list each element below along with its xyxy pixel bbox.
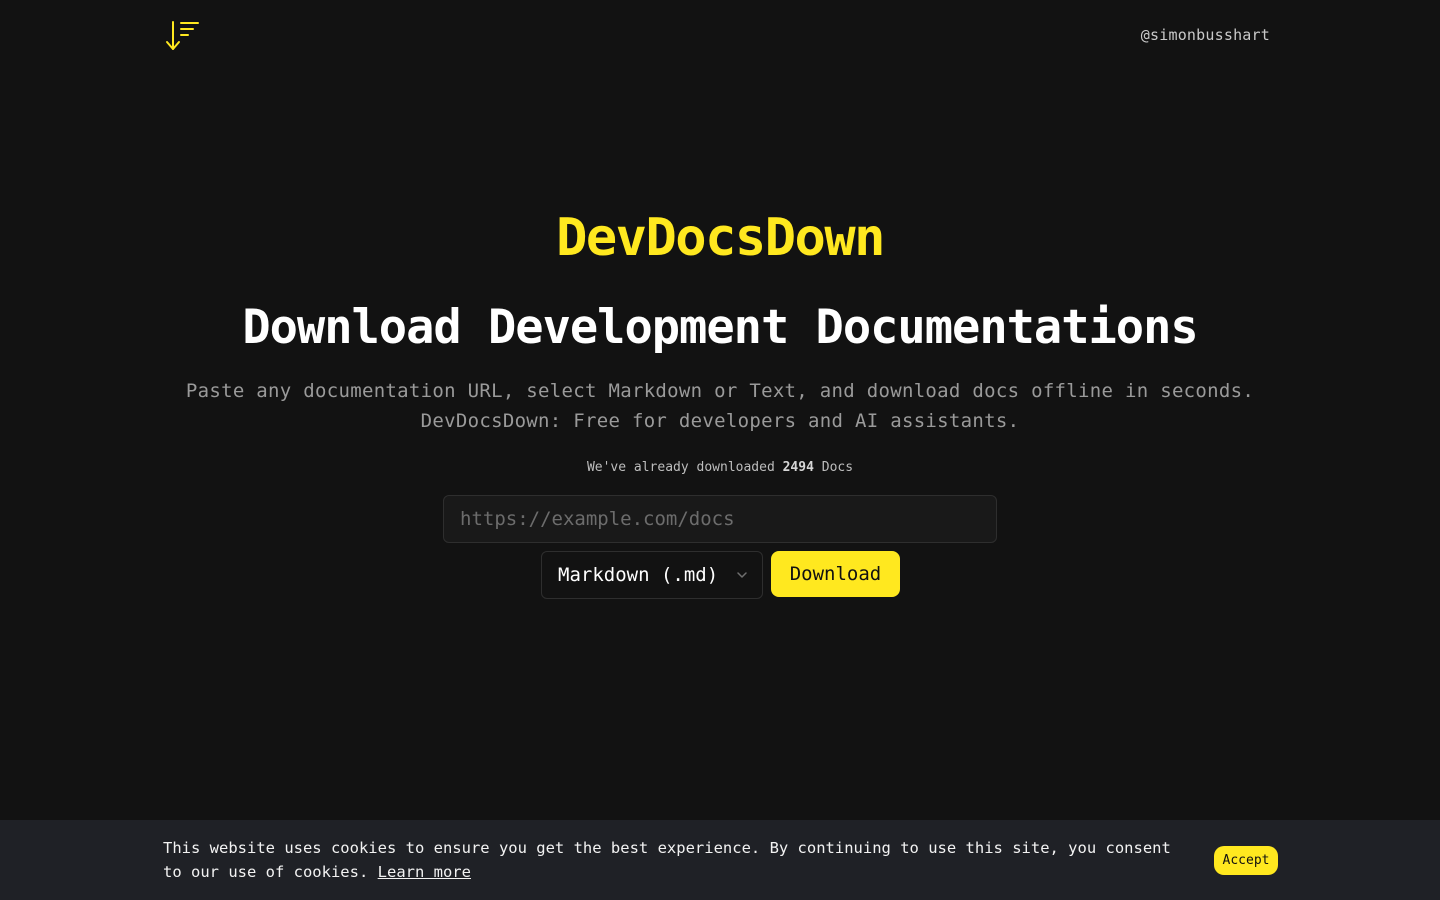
cookie-banner: This website uses cookies to ensure you … [0, 820, 1440, 900]
brand-title: DevDocsDown [556, 208, 885, 268]
format-selected-value: Markdown (.md) [558, 564, 719, 586]
page-subtitle: Paste any documentation URL, select Mark… [0, 376, 1440, 436]
chevron-down-icon [737, 572, 747, 578]
format-select[interactable]: Markdown (.md) [541, 551, 763, 599]
url-input[interactable] [443, 495, 997, 543]
subtitle-line-2: DevDocsDown: Free for developers and AI … [420, 410, 1020, 432]
logo-icon[interactable] [164, 19, 200, 53]
page-headline: Download Development Documentations [242, 300, 1198, 355]
counter-suffix: Docs [821, 460, 854, 475]
counter-value: 2494 [782, 460, 814, 475]
author-handle-link[interactable]: @simonbusshart [1141, 26, 1270, 44]
download-counter: We've already downloaded 2494 Docs [0, 460, 1440, 475]
subtitle-line-1: Paste any documentation URL, select Mark… [185, 380, 1255, 402]
download-button[interactable]: Download [771, 551, 900, 597]
page: @simonbusshart DevDocsDown Download Deve… [0, 0, 1440, 900]
counter-prefix: We've already downloaded [586, 460, 775, 475]
accept-cookies-button[interactable]: Accept [1214, 846, 1278, 875]
cookie-message-text: This website uses cookies to ensure you … [163, 839, 1171, 881]
cookie-message: This website uses cookies to ensure you … [163, 836, 1193, 884]
learn-more-link[interactable]: Learn more [378, 863, 471, 881]
